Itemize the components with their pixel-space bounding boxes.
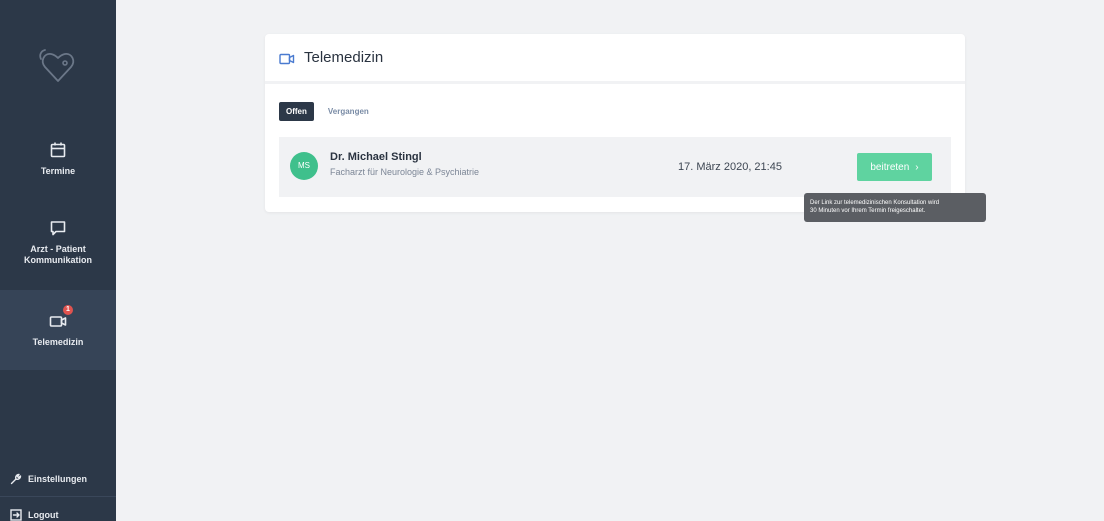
sidebar-divider: [0, 496, 116, 497]
chat-icon: [49, 219, 67, 237]
appointment-datetime: 17. März 2020, 21:45: [678, 161, 782, 173]
sidebar-item-telemedizin[interactable]: 1 Telemedizin: [0, 290, 116, 370]
video-camera-icon: 1: [49, 305, 73, 330]
page-title: Telemedizin: [304, 49, 384, 66]
card-header: Telemedizin: [265, 34, 965, 84]
app-logo[interactable]: [0, 12, 116, 122]
sidebar-item-termine[interactable]: Termine: [0, 141, 116, 181]
calendar-icon: [49, 141, 67, 159]
notification-badge: 1: [63, 305, 73, 315]
heart-stethoscope-icon: [39, 49, 75, 82]
tooltip-line-1: Der Link zur telemedizinischen Konsultat…: [810, 200, 940, 206]
tooltip-line-2: 30 Minuten vor Ihrem Termin freigeschalt…: [810, 208, 926, 214]
settings-link[interactable]: Einstellungen: [10, 473, 87, 485]
tab-vergangen[interactable]: Vergangen: [328, 107, 369, 116]
doctor-name: Dr. Michael Stingl: [330, 151, 422, 163]
wrench-icon: [10, 473, 22, 485]
sidebar-item-label: Arzt - Patient Kommunikation: [23, 244, 92, 265]
logout-icon: [10, 509, 22, 521]
sidebar-item-label: Termine: [40, 166, 76, 176]
list-item: MS Dr. Michael Stingl Facharzt für Neuro…: [279, 137, 951, 197]
sidebar-item-arzt-patient-kommunikation[interactable]: Arzt - Patient Kommunikation: [0, 219, 116, 271]
settings-label: Einstellungen: [28, 474, 88, 484]
logout-label: Logout: [28, 510, 59, 520]
doctor-specialty: Facharzt für Neurologie & Psychiatrie: [330, 167, 480, 177]
chevron-right-icon: ›: [915, 161, 919, 173]
sidebar-item-label: Telemedizin: [32, 337, 84, 347]
logout-link[interactable]: Logout: [10, 509, 59, 521]
tab-offen[interactable]: Offen: [279, 102, 314, 121]
join-button[interactable]: beitreten ›: [857, 153, 932, 181]
telemedizin-card: Telemedizin Offen Vergangen MS Dr. Micha…: [265, 34, 965, 212]
avatar: MS: [290, 152, 318, 180]
join-tooltip: Der Link zur telemedizinischen Konsultat…: [804, 193, 986, 222]
join-button-label: beitreten: [870, 161, 910, 173]
video-camera-icon: [279, 52, 295, 64]
tab-bar: Offen Vergangen: [279, 102, 369, 121]
sidebar: Termine Arzt - Patient Kommunikation 1 T…: [0, 0, 116, 521]
